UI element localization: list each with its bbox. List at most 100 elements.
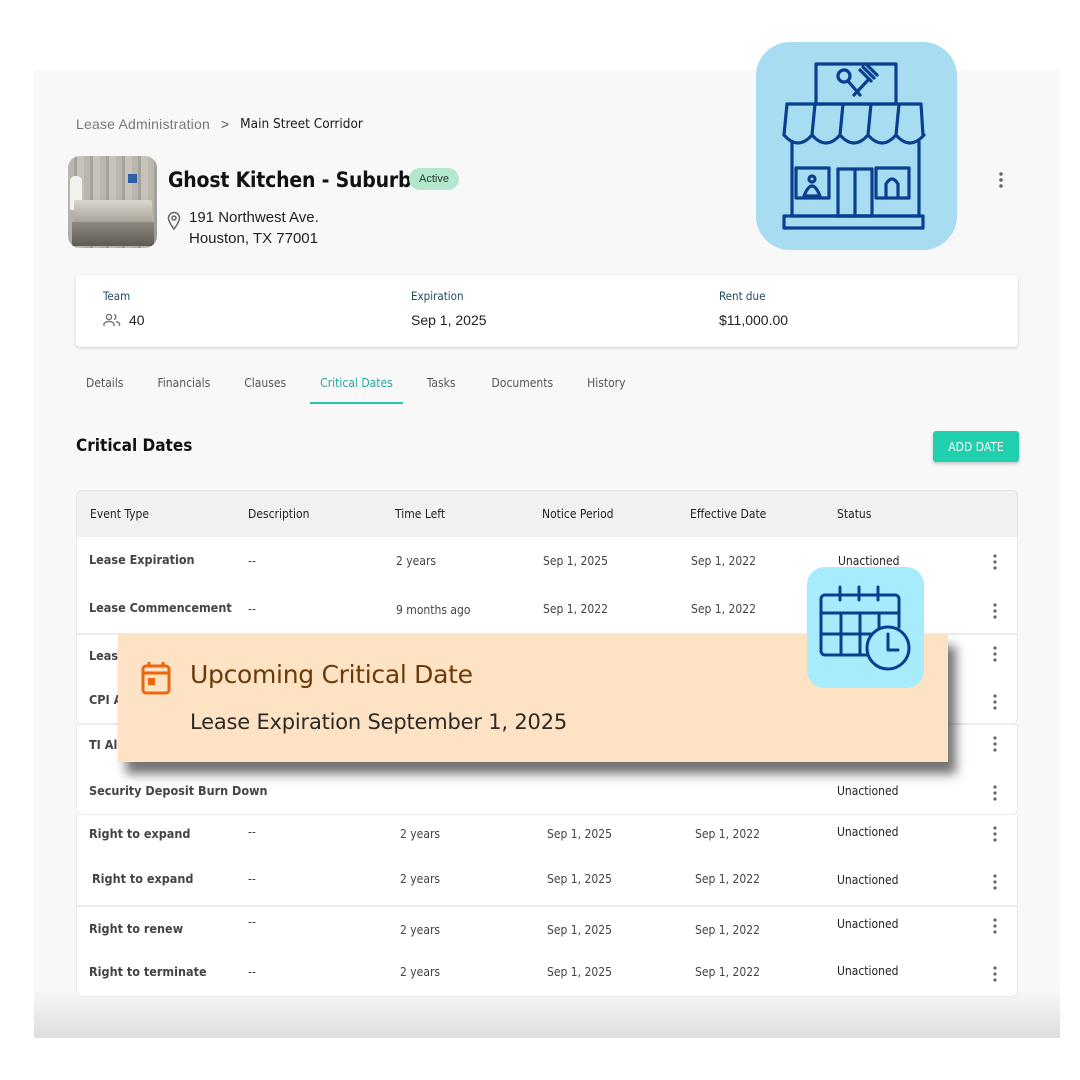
cell-event-type: Right to terminate: [89, 964, 207, 979]
tab-details[interactable]: Details: [76, 370, 133, 404]
cell-status: Unactioned: [837, 784, 899, 798]
more-vertical-icon[interactable]: [990, 645, 1000, 663]
thumbnail-sign: [128, 174, 137, 183]
cell-description: --: [248, 825, 256, 839]
summary-rent-due: Rent due $11,000.00: [719, 289, 788, 328]
table-header: Event Type Description Time Left Notice …: [76, 490, 1018, 538]
map-pin-icon: [167, 211, 181, 231]
calendar-clock-icon: [819, 585, 911, 671]
table-row[interactable]: Security Deposit Burn Down Unactioned: [77, 771, 1017, 817]
cell-effective-date: Sep 1, 2022: [695, 965, 760, 979]
cell-effective-date: Sep 1, 2022: [691, 554, 756, 568]
cell-time-left: 9 months ago: [396, 603, 471, 617]
tab-history[interactable]: History: [577, 370, 635, 404]
storefront-tile: [756, 42, 957, 250]
column-notice-period[interactable]: Notice Period: [542, 507, 614, 521]
more-vertical-icon[interactable]: [990, 873, 1000, 891]
cell-notice-period: Sep 1, 2022: [543, 602, 608, 616]
table-row[interactable]: Right to expand -- 2 years Sep 1, 2025 S…: [77, 861, 1017, 907]
cell-event-type: TI Al: [89, 737, 118, 752]
people-icon: [103, 313, 121, 326]
cell-effective-date: Sep 1, 2022: [695, 872, 760, 886]
cell-time-left: 2 years: [400, 965, 441, 979]
cell-event-type: Right to renew: [89, 921, 184, 936]
breadcrumb: Lease Administration > Main Street Corri…: [76, 116, 363, 132]
column-status[interactable]: Status: [837, 507, 871, 521]
cell-notice-period: Sep 1, 2025: [547, 872, 612, 886]
cell-event-type: Right to expand: [92, 871, 194, 886]
expiration-label: Expiration: [411, 289, 464, 303]
more-vertical-icon[interactable]: [990, 917, 1000, 935]
toast-message: Lease Expiration September 1, 2025: [190, 710, 568, 734]
table-row[interactable]: Right to expand -- 2 years Sep 1, 2025 S…: [77, 815, 1017, 861]
calendar-icon: [141, 662, 171, 695]
cell-effective-date: Sep 1, 2022: [695, 827, 760, 841]
thumbnail-base: [72, 222, 154, 246]
table-row[interactable]: Right to terminate -- 2 years Sep 1, 202…: [77, 951, 1017, 997]
team-label: Team: [103, 289, 131, 303]
table-row-group: Right to expand -- 2 years Sep 1, 2025 S…: [76, 815, 1018, 906]
column-event-type[interactable]: Event Type: [90, 507, 149, 521]
cell-event-type: Leas: [89, 648, 119, 663]
cell-time-left: 2 years: [400, 872, 441, 886]
more-vertical-icon[interactable]: [990, 693, 1000, 711]
cell-description: --: [248, 965, 256, 979]
cell-time-left: 2 years: [400, 923, 441, 937]
summary-card: Team 40 Expiration Sep 1, 2025 Rent due …: [76, 275, 1018, 347]
cell-status: Unactioned: [837, 825, 899, 839]
rent-due-label: Rent due: [719, 289, 766, 303]
more-vertical-icon[interactable]: [990, 735, 1000, 753]
section-title: Critical Dates: [76, 436, 193, 456]
rent-due-value: $11,000.00: [719, 312, 789, 328]
more-vertical-icon[interactable]: [990, 825, 1000, 843]
cell-status: Unactioned: [838, 554, 900, 568]
tab-clauses[interactable]: Clauses: [234, 370, 296, 404]
column-effective-date[interactable]: Effective Date: [690, 507, 766, 521]
cell-description: --: [248, 602, 256, 616]
add-date-button[interactable]: ADD DATE: [933, 431, 1019, 462]
thumbnail-counter: [74, 200, 152, 222]
tab-financials[interactable]: Financials: [147, 370, 220, 404]
toast-title: Upcoming Critical Date: [190, 660, 473, 689]
tab-tasks[interactable]: Tasks: [417, 370, 466, 404]
critical-dates-table: Event Type Description Time Left Notice …: [76, 490, 1018, 538]
cell-notice-period: Sep 1, 2025: [547, 923, 612, 937]
cell-effective-date: Sep 1, 2022: [695, 923, 760, 937]
address-line-2: Houston, TX 77001: [189, 230, 318, 247]
more-vertical-icon[interactable]: [990, 784, 1000, 802]
column-description[interactable]: Description: [248, 507, 310, 521]
cell-status: Unactioned: [837, 873, 899, 887]
cell-time-left: 2 years: [400, 827, 441, 841]
cell-status: Unactioned: [837, 917, 899, 931]
cell-notice-period: Sep 1, 2025: [547, 965, 612, 979]
table-row-group: Right to renew -- 2 years Sep 1, 2025 Se…: [76, 906, 1018, 997]
cell-description: --: [248, 554, 256, 568]
table-row[interactable]: Right to renew -- 2 years Sep 1, 2025 Se…: [77, 907, 1017, 953]
tab-documents[interactable]: Documents: [482, 370, 564, 404]
cell-event-type: Security Deposit Burn Down: [89, 783, 268, 798]
cell-status: Unactioned: [837, 964, 899, 978]
storefront-restaurant-icon: [782, 62, 926, 230]
cell-description: --: [248, 872, 256, 886]
tab-critical-dates[interactable]: Critical Dates: [310, 370, 403, 404]
cell-time-left: 2 years: [396, 554, 437, 568]
property-thumbnail: [68, 156, 157, 248]
status-badge: Active: [409, 168, 459, 190]
more-vertical-icon[interactable]: [995, 170, 1007, 190]
cell-effective-date: Sep 1, 2022: [691, 602, 756, 616]
breadcrumb-main-street-corridor: Main Street Corridor: [240, 116, 363, 132]
more-vertical-icon[interactable]: [990, 553, 1000, 571]
expiration-value: Sep 1, 2025: [411, 312, 487, 328]
tab-bar: Details Financials Clauses Critical Date…: [76, 370, 636, 404]
cell-event-type: Lease Expiration: [89, 552, 195, 567]
breadcrumb-lease-administration[interactable]: Lease Administration: [76, 116, 210, 132]
more-vertical-icon[interactable]: [990, 602, 1000, 620]
summary-team: Team 40: [103, 289, 145, 328]
more-vertical-icon[interactable]: [990, 965, 1000, 983]
column-time-left[interactable]: Time Left: [395, 507, 445, 521]
page-title: Ghost Kitchen - Suburbs: [168, 168, 423, 192]
calendar-clock-tile: [807, 567, 924, 688]
cell-description: --: [248, 915, 256, 929]
cell-notice-period: Sep 1, 2025: [543, 554, 608, 568]
property-address: 191 Northwest Ave. Houston, TX 77001: [166, 207, 319, 249]
